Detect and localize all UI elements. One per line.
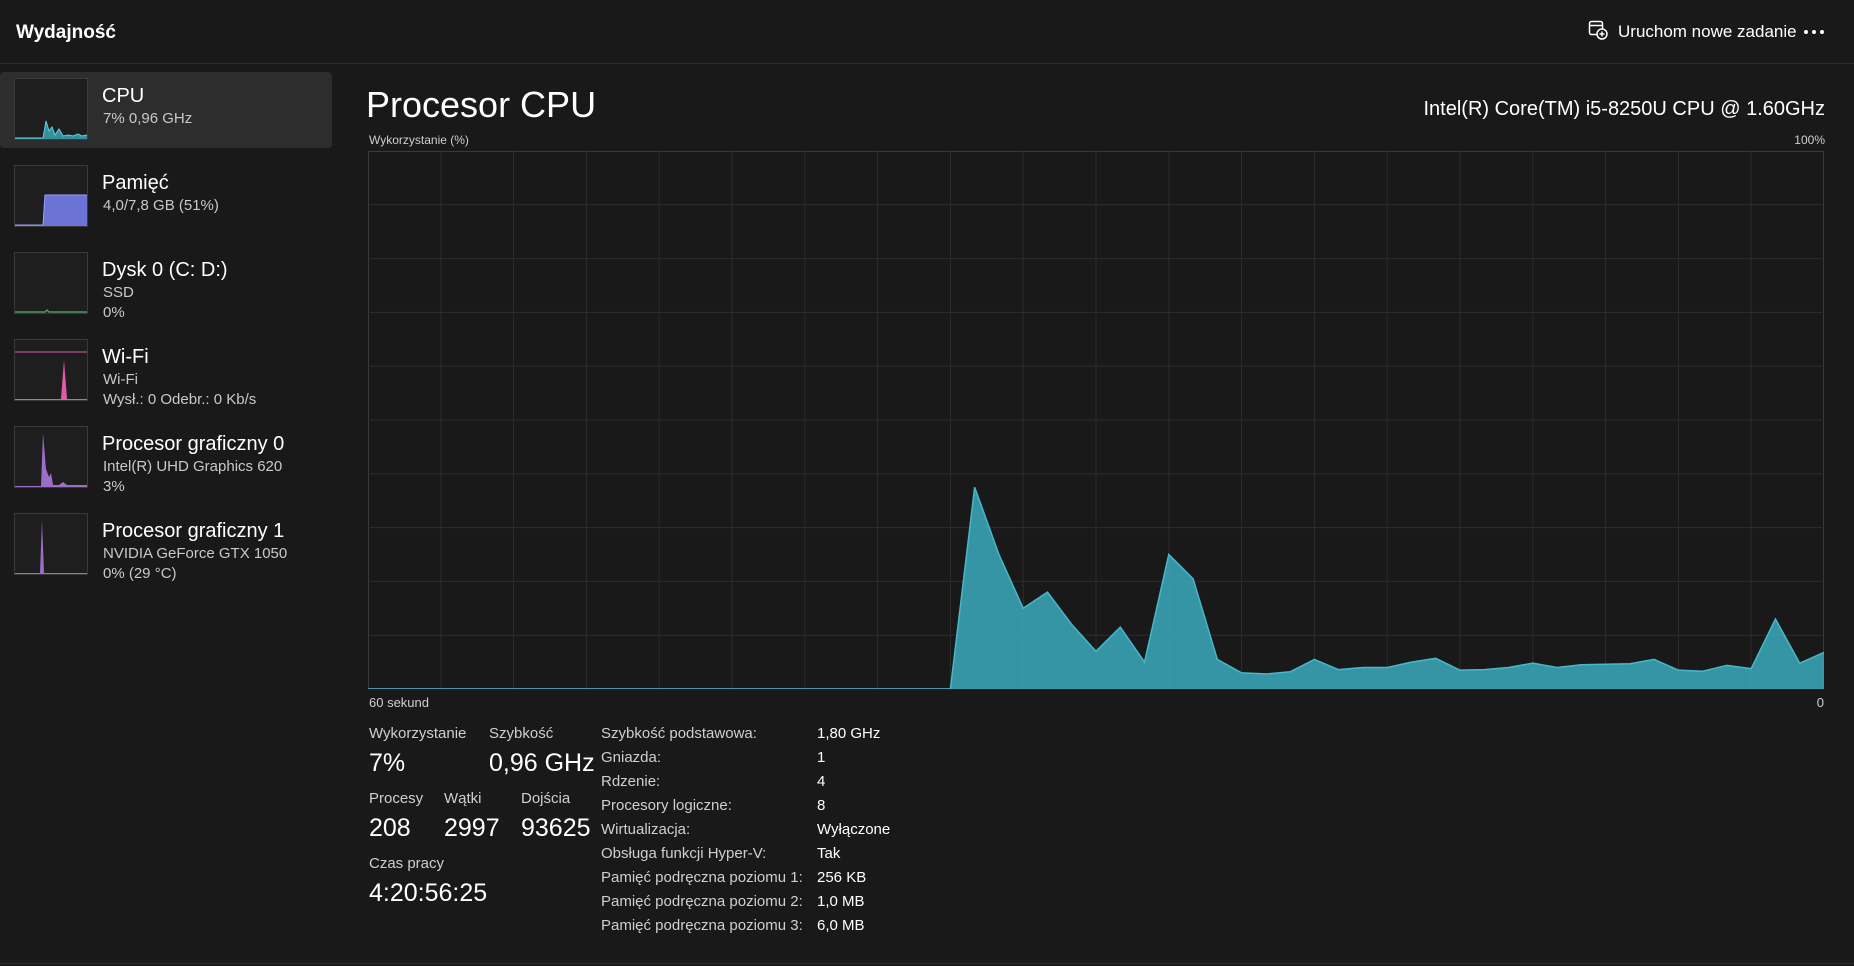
sidebar-item-detail: Wysł.: 0 Odebr.: 0 Kb/s [103,391,257,408]
sidebar-item-disk[interactable]: Dysk 0 (C: D:) SSD 0% [0,246,332,322]
more-icon [1804,30,1824,34]
sidebar-item-subtitle: 4,0/7,8 GB (51%) [103,197,219,214]
sidebar-item-memory[interactable]: Pamięć 4,0/7,8 GB (51%) [0,159,332,235]
chart-y-label: Wykorzystanie (%) [369,133,469,147]
uptime-label: Czas pracy [369,855,445,872]
processes-label: Procesy [369,790,424,807]
sidebar-item-wifi[interactable]: Wi-Fi Wi-Fi Wysł.: 0 Odebr.: 0 Kb/s [0,333,332,409]
sidebar-item-subtitle: Intel(R) UHD Graphics 620 [103,458,283,475]
top-bar: Wydajność Uruchom nowe zadanie [0,0,1854,64]
sidebar-item-title: Wi-Fi [102,346,149,368]
memory-thumbnail [14,165,88,227]
speed-value: 0,96 GHz [489,749,595,777]
spec-logical-key: Procesory logiczne: [601,797,732,814]
sidebar-item-title: Procesor graficzny 0 [102,433,285,455]
spec-virtualization-value: Wyłączone [817,821,891,838]
spec-hyperv-value: Tak [817,845,841,862]
spec-l1-key: Pamięć podręczna poziomu 1: [601,869,803,886]
sidebar-item-subtitle: 7% 0,96 GHz [103,110,193,127]
chart-max-label: 100% [1794,133,1825,147]
handles-label: Dojścia [521,790,571,807]
bottom-divider [0,963,1854,964]
speed-label: Szybkość [489,725,554,742]
new-task-label: Uruchom nowe zadanie [1618,22,1797,41]
sidebar-item-title: Dysk 0 (C: D:) [102,259,228,281]
wifi-thumbnail [14,339,88,401]
handles-value: 93625 [521,814,591,842]
sidebar-item-gpu0[interactable]: Procesor graficzny 0 Intel(R) UHD Graphi… [0,420,332,496]
threads-value: 2997 [444,814,500,842]
more-options-button[interactable] [1792,12,1836,52]
chart-min-label: 0 [1816,695,1824,710]
new-task-button[interactable]: Uruchom nowe zadanie [1582,14,1803,50]
sidebar-item-cpu[interactable]: CPU 7% 0,96 GHz [0,72,332,148]
threads-label: Wątki [444,790,482,807]
spec-cores-key: Rdzenie: [601,773,661,790]
utilization-label: Wykorzystanie [369,725,467,742]
sidebar-item-title: CPU [102,85,145,107]
cpu-model-name: Intel(R) Core(TM) i5-8250U CPU @ 1.60GHz [1423,98,1825,120]
gpu0-thumbnail [14,426,88,488]
spec-l1-value: 256 KB [817,869,867,886]
spec-l3-value: 6,0 MB [817,917,865,934]
sidebar-item-detail: 0% [103,304,125,321]
spec-l2-key: Pamięć podręczna poziomu 2: [601,893,803,910]
disk-thumbnail [14,252,88,314]
uptime-value: 4:20:56:25 [369,879,488,907]
sidebar-item-subtitle: NVIDIA GeForce GTX 1050 [103,545,288,562]
spec-hyperv-key: Obsługa funkcji Hyper-V: [601,845,767,862]
spec-base-speed-value: 1,80 GHz [817,725,881,742]
spec-virtualization-key: Wirtualizacja: [601,821,691,838]
spec-cores-value: 4 [817,773,826,790]
spec-sockets-key: Gniazda: [601,749,662,766]
sidebar: CPU 7% 0,96 GHz Pamięć 4,0/7,8 GB (51%) … [0,72,332,594]
sidebar-item-subtitle: Wi-Fi [103,371,138,388]
cpu-usage-chart [368,151,1824,689]
sidebar-item-detail: 0% (29 °C) [103,565,177,582]
gpu1-thumbnail [14,513,88,575]
utilization-value: 7% [369,749,406,777]
spec-l2-value: 1,0 MB [817,893,865,910]
processes-value: 208 [369,814,411,842]
sidebar-item-title: Pamięć [102,172,169,194]
spec-sockets-value: 1 [817,749,826,766]
spec-l3-key: Pamięć podręczna poziomu 3: [601,917,803,934]
page-title: Wydajność [16,22,116,43]
sidebar-item-detail: 3% [103,478,125,495]
sidebar-item-subtitle: SSD [103,284,134,301]
spec-logical-value: 8 [817,797,826,814]
sidebar-item-title: Procesor graficzny 1 [102,520,285,542]
cpu-thumbnail [14,78,88,140]
main-title: Procesor CPU [366,84,597,125]
spec-base-speed-key: Szybkość podstawowa: [601,725,757,742]
new-task-icon [1588,20,1608,45]
sidebar-item-gpu1[interactable]: Procesor graficzny 1 NVIDIA GeForce GTX … [0,507,332,583]
chart-time-label: 60 sekund [369,695,429,710]
